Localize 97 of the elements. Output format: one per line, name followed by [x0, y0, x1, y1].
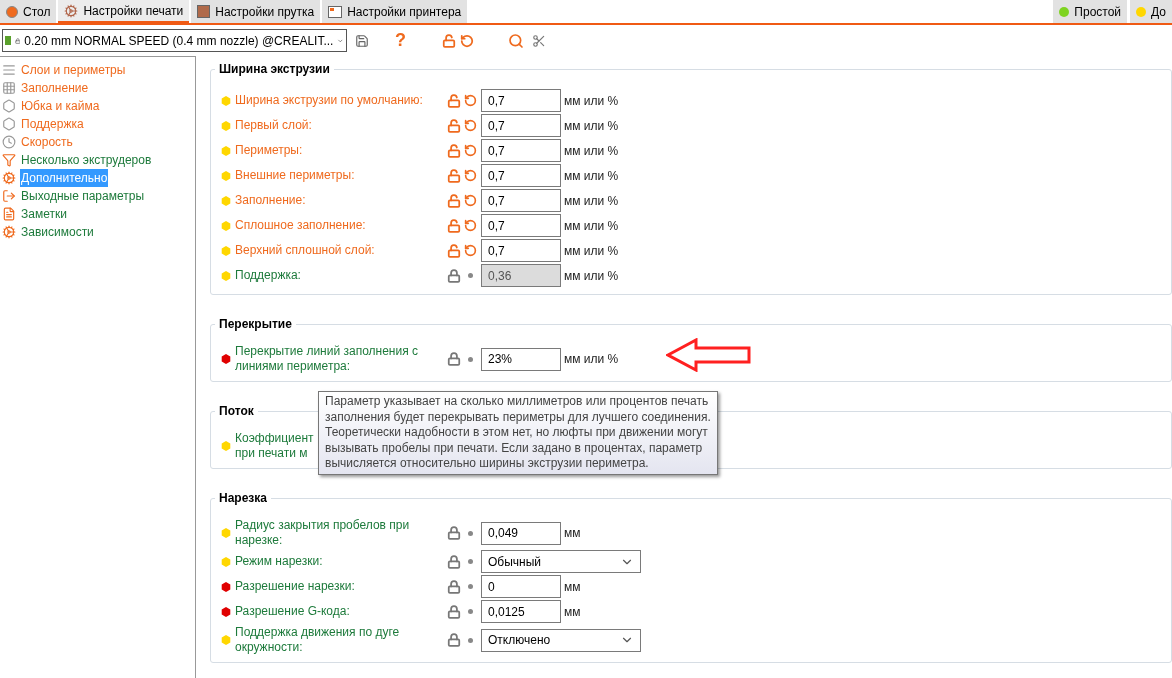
- undo-icon[interactable]: [464, 119, 477, 132]
- setting-label: Ширина экструзии по умолчанию:: [235, 93, 423, 108]
- unlocked-icon[interactable]: [447, 168, 461, 183]
- value-field[interactable]: 23%: [481, 347, 561, 371]
- notes-icon: [2, 207, 16, 221]
- clock-icon: [2, 135, 16, 149]
- gears-icon: [2, 225, 16, 239]
- gears-icon: [2, 171, 16, 185]
- section-title: Поток: [218, 403, 255, 420]
- tab[interactable]: Настройки печати: [58, 0, 190, 23]
- unit-label: мм: [564, 525, 581, 542]
- sidebar-item[interactable]: Заметки: [20, 205, 68, 223]
- lock-icon: [447, 554, 461, 569]
- unlocked-icon[interactable]: [447, 93, 461, 108]
- value-field[interactable]: 0: [481, 575, 561, 598]
- unlocked-icon[interactable]: [447, 218, 461, 233]
- setting-label: Заполнение:: [235, 193, 306, 208]
- mode-dropdown[interactable]: Обычный: [481, 550, 641, 573]
- mode-button[interactable]: До: [1130, 0, 1172, 23]
- undo-icon[interactable]: [464, 169, 477, 182]
- unlocked-icon[interactable]: [447, 243, 461, 258]
- unlocked-icon[interactable]: [447, 193, 461, 208]
- value-field[interactable]: 0,7: [481, 89, 561, 112]
- setting-label: Коэффициент при печати м: [235, 431, 314, 461]
- unlocked-icon[interactable]: [447, 118, 461, 133]
- undo-icon[interactable]: [464, 219, 477, 232]
- sidebar-item[interactable]: Зависимости: [20, 223, 95, 241]
- value-field[interactable]: 0,7: [481, 239, 561, 262]
- setting-label: Поддержка:: [235, 268, 301, 283]
- search-icon[interactable]: [508, 32, 524, 49]
- value-field[interactable]: 0,7: [481, 164, 561, 187]
- setting-label: Поддержка движения по дуге окружности:: [235, 625, 400, 655]
- lock-icon: [447, 526, 461, 540]
- unit-label: мм или %: [564, 267, 619, 285]
- unit-label: мм или %: [564, 242, 619, 260]
- export-icon: [2, 189, 16, 203]
- undo-icon[interactable]: [460, 33, 474, 48]
- setting-label: Верхний сплошной слой:: [235, 243, 375, 258]
- value-field[interactable]: 0,049: [481, 521, 561, 545]
- unlocked-icon[interactable]: [447, 143, 461, 158]
- lock-icon: [447, 633, 461, 647]
- setting-label: Периметры:: [235, 143, 303, 158]
- unlocked-icon[interactable]: [442, 33, 456, 48]
- scissors-icon[interactable]: [532, 33, 546, 48]
- unit-label: мм или %: [564, 217, 619, 235]
- unit-label: мм или %: [564, 117, 619, 135]
- save-icon[interactable]: [355, 33, 369, 48]
- hexagon-icon: [2, 117, 16, 131]
- tab[interactable]: Настройки прутка: [191, 0, 321, 23]
- setting-label: Режим нарезки:: [235, 554, 323, 569]
- unit-label: мм или %: [564, 142, 619, 160]
- arrow-icon: [666, 338, 752, 372]
- value-field[interactable]: 0,7: [481, 114, 561, 137]
- lock-icon: [447, 352, 461, 366]
- unit-label: мм: [564, 578, 581, 596]
- funnel-icon: [2, 153, 16, 167]
- setting-label: Первый слой:: [235, 118, 312, 133]
- undo-icon[interactable]: [464, 194, 477, 207]
- unit-label: мм: [564, 603, 581, 621]
- setting-label: Перекрытие линий заполнения с линиями периметра:: [235, 344, 419, 374]
- unit-label: мм или %: [564, 192, 619, 210]
- unit-label: мм или %: [564, 92, 619, 110]
- undo-icon[interactable]: [464, 244, 477, 257]
- section-title: Перекрытие: [218, 316, 293, 333]
- setting-label: Радиус закрытия пробелов при нарезке:: [235, 518, 410, 548]
- value-field[interactable]: 0,0125: [481, 600, 561, 623]
- value-field[interactable]: 0,7: [481, 189, 561, 212]
- undo-icon[interactable]: [464, 94, 477, 107]
- setting-label: Внешние периметры:: [235, 168, 355, 183]
- undo-icon[interactable]: [464, 144, 477, 157]
- grid-icon: [2, 81, 16, 95]
- unit-label: мм или %: [564, 167, 619, 185]
- lock-icon: [447, 604, 461, 619]
- mode-button[interactable]: Простой: [1053, 0, 1128, 23]
- sidebar-item[interactable]: Несколько экструдеров: [20, 151, 153, 169]
- section-title: Ширина экструзии: [218, 61, 331, 78]
- lock-icon: [447, 268, 461, 283]
- section-title: Нарезка: [218, 490, 268, 507]
- sidebar-item[interactable]: Выходные параметры: [20, 187, 145, 205]
- gear-icon: [64, 3, 79, 18]
- unit-label: мм или %: [564, 351, 619, 368]
- spool-icon: [197, 5, 211, 18]
- flag-icon: [5, 36, 11, 45]
- lines-icon: [2, 63, 16, 77]
- setting-label: Сплошное заполнение:: [235, 218, 366, 233]
- setting-label: Разрешение G-кода:: [235, 604, 350, 619]
- printer-icon: [328, 5, 343, 18]
- tab[interactable]: Настройки принтера: [322, 0, 468, 23]
- lock-icon: [447, 579, 461, 594]
- tooltip: Параметр указывает на сколько миллиметров или процентов печать заполнения будет перекрывать периметры для лучшего соединения. Теоретически надобности в этом нет, но люфты при движении могут вызывать пробелы при печати. Если задано в процентах, параметр вычисляется относительно ширины экструзии периметра.: [318, 391, 718, 475]
- value-field[interactable]: 0,7: [481, 139, 561, 162]
- setting-label: Разрешение нарезки:: [235, 579, 355, 594]
- preset-dropdown[interactable]: 0.20 mm NORMAL SPEED (0.4 mm nozzle) @CREALIT...: [2, 29, 347, 52]
- value-field[interactable]: 0,7: [481, 214, 561, 237]
- mode-dropdown[interactable]: Отключено: [481, 628, 641, 652]
- hexagon-icon: [2, 99, 16, 113]
- tab[interactable]: Стол: [0, 0, 57, 23]
